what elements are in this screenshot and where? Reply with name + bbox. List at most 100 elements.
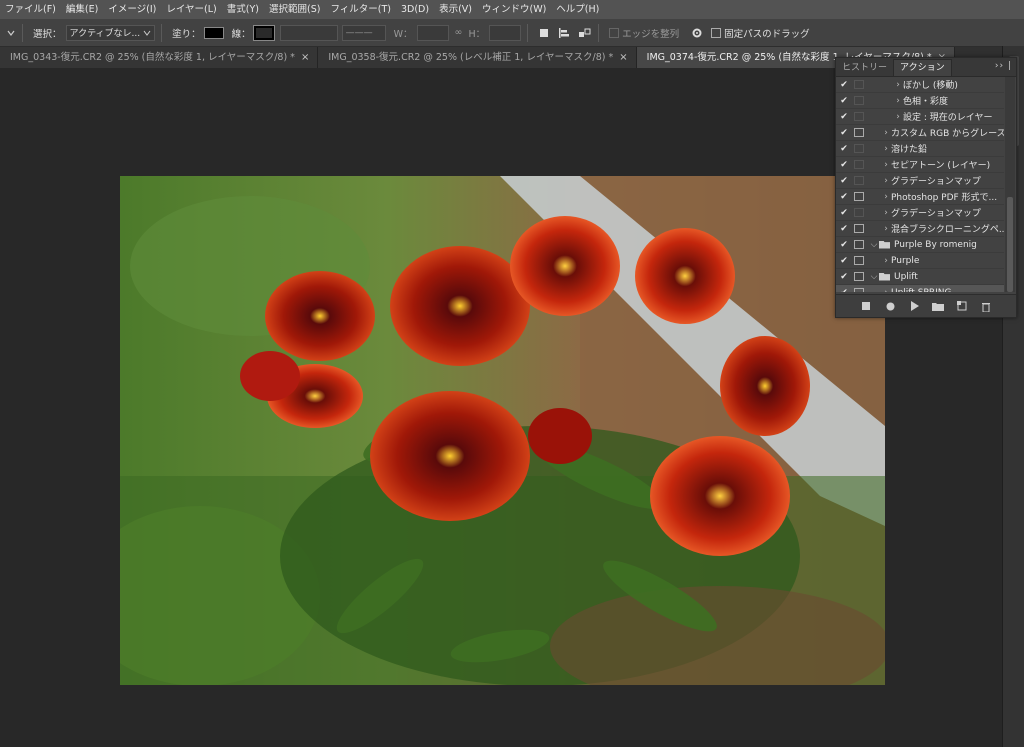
toggle-item-checkmark-icon[interactable]: ✔ [836, 208, 852, 218]
dialog-toggle-icon[interactable] [852, 80, 865, 90]
tab-history[interactable]: ヒストリー [836, 60, 893, 76]
menu-help[interactable]: ヘルプ(H) [551, 0, 604, 19]
chevron-right-icon[interactable]: › [881, 192, 891, 202]
tool-preset-picker[interactable] [6, 28, 16, 38]
checkbox-box [711, 27, 722, 38]
chevron-right-icon[interactable]: › [881, 144, 891, 154]
dialog-toggle-icon[interactable] [852, 288, 865, 292]
tab-actions[interactable]: アクション [893, 59, 952, 76]
menu-edit[interactable]: 編集(E) [61, 0, 103, 19]
action-row[interactable]: ✔ › 色相・彩度 [836, 93, 1004, 109]
close-icon[interactable]: × [619, 47, 627, 68]
action-row[interactable]: ✔ › グラデーションマップ [836, 173, 1004, 189]
height-field[interactable] [489, 24, 522, 41]
action-row[interactable]: ✔ ›Uplift SPRING [836, 285, 1004, 292]
new-action-icon[interactable] [956, 300, 968, 312]
menu-image[interactable]: イメージ(I) [103, 0, 161, 19]
action-row[interactable]: ✔ › Purple [836, 253, 1004, 269]
settings-gear-icon[interactable] [691, 27, 703, 39]
menu-file[interactable]: ファイル(F) [0, 0, 61, 19]
constrain-path-checkbox[interactable]: 固定パスのドラッグ [711, 26, 810, 40]
fill-swatch[interactable] [203, 26, 224, 39]
chevron-right-icon[interactable]: › [881, 288, 891, 293]
stroke-type-dropdown[interactable]: ——— [341, 24, 386, 41]
dialog-toggle-icon[interactable] [852, 160, 865, 170]
dialog-toggle-icon[interactable] [852, 192, 865, 202]
chevron-down-icon[interactable]: ⌵ [869, 272, 879, 282]
action-row[interactable]: ✔ › ぼかし (移動) [836, 77, 1004, 93]
stroke-swatch[interactable] [252, 24, 275, 41]
toggle-item-checkmark-icon[interactable]: ✔ [836, 272, 852, 282]
dialog-toggle-icon[interactable] [852, 240, 865, 250]
trash-icon[interactable] [980, 300, 992, 312]
chevron-right-icon[interactable]: › [893, 80, 903, 90]
action-row[interactable]: ✔ › グラデーションマップ [836, 205, 1004, 221]
stop-icon[interactable] [860, 300, 872, 312]
new-set-folder-icon[interactable] [932, 300, 944, 312]
menu-filter[interactable]: フィルター(T) [325, 0, 396, 19]
dialog-toggle-icon[interactable] [852, 112, 865, 122]
action-row[interactable]: ✔ › Photoshop PDF 形式で... [836, 189, 1004, 205]
chevron-right-icon[interactable]: › [893, 112, 903, 122]
menu-layer[interactable]: レイヤー(L) [161, 0, 221, 19]
action-row[interactable]: ✔ ⌵ Uplift [836, 269, 1004, 285]
path-operations-icon[interactable] [538, 27, 550, 39]
chevron-right-icon[interactable]: › [881, 160, 891, 170]
menu-window[interactable]: ウィンドウ(W) [477, 0, 551, 19]
toggle-item-checkmark-icon[interactable]: ✔ [836, 288, 852, 293]
action-row[interactable]: ✔ › セピアトーン (レイヤー) [836, 157, 1004, 173]
chevron-down-icon[interactable]: ⌵ [869, 240, 879, 250]
width-field[interactable] [416, 24, 449, 41]
path-arrangement-icon[interactable] [578, 27, 592, 39]
toggle-item-checkmark-icon[interactable]: ✔ [836, 160, 852, 170]
link-icon[interactable]: ∞ [455, 27, 463, 38]
chevron-right-icon[interactable]: › [881, 128, 891, 138]
path-alignment-icon[interactable] [558, 27, 570, 39]
dialog-toggle-icon[interactable] [852, 256, 865, 266]
toggle-item-checkmark-icon[interactable]: ✔ [836, 128, 852, 138]
record-icon[interactable] [884, 300, 896, 312]
menu-view[interactable]: 表示(V) [434, 0, 477, 19]
chevron-right-icon[interactable]: › [893, 96, 903, 106]
action-row[interactable]: ✔ › 混合ブラシクローニングペ... [836, 221, 1004, 237]
dialog-toggle-icon[interactable] [852, 208, 865, 218]
dialog-toggle-icon[interactable] [852, 144, 865, 154]
document-tab[interactable]: IMG_0343-復元.CR2 @ 25% (自然な彩度 1, レイヤーマスク/… [0, 47, 319, 68]
stroke-width-field[interactable] [279, 24, 338, 41]
toggle-item-checkmark-icon[interactable]: ✔ [836, 224, 852, 234]
dialog-toggle-icon[interactable] [852, 224, 865, 234]
dialog-toggle-icon[interactable] [852, 272, 865, 282]
chevron-right-icon[interactable]: › [881, 224, 891, 234]
toggle-item-checkmark-icon[interactable]: ✔ [836, 96, 852, 106]
document-image-pansies[interactable] [120, 176, 885, 685]
toggle-item-checkmark-icon[interactable]: ✔ [836, 112, 852, 122]
menu-select[interactable]: 選択範囲(S) [264, 0, 325, 19]
panel-scrollbar[interactable] [1005, 77, 1015, 292]
panel-menu-icon[interactable]: ›› | [995, 61, 1012, 71]
dialog-toggle-icon[interactable] [852, 96, 865, 106]
toggle-item-checkmark-icon[interactable]: ✔ [836, 192, 852, 202]
dialog-toggle-icon[interactable] [852, 176, 865, 186]
toggle-item-checkmark-icon[interactable]: ✔ [836, 240, 852, 250]
align-edges-checkbox[interactable]: エッジを整列 [609, 26, 679, 40]
action-row[interactable]: ✔ › カスタム RGB からグレース... [836, 125, 1004, 141]
toggle-item-checkmark-icon[interactable]: ✔ [836, 144, 852, 154]
action-row[interactable]: ✔ ⌵ Purple By romenig [836, 237, 1004, 253]
select-dropdown[interactable]: アクティブなレ... [65, 24, 156, 41]
toggle-item-checkmark-icon[interactable]: ✔ [836, 80, 852, 90]
chevron-right-icon[interactable]: › [881, 208, 891, 218]
action-row[interactable]: ✔ › 設定 : 現在のレイヤー [836, 109, 1004, 125]
chevron-right-icon[interactable]: › [881, 256, 891, 266]
action-row[interactable]: ✔ › 溶けた鉛 [836, 141, 1004, 157]
dialog-toggle-icon[interactable] [852, 128, 865, 138]
menu-3d[interactable]: 3D(D) [396, 0, 434, 19]
close-icon[interactable]: × [301, 47, 309, 68]
toggle-item-checkmark-icon[interactable]: ✔ [836, 256, 852, 266]
divider [598, 23, 600, 42]
scroll-thumb[interactable] [1007, 197, 1013, 292]
document-tab[interactable]: IMG_0358-復元.CR2 @ 25% (レベル補正 1, レイヤーマスク/… [318, 47, 637, 68]
play-icon[interactable] [908, 300, 920, 312]
chevron-right-icon[interactable]: › [881, 176, 891, 186]
menu-type[interactable]: 書式(Y) [222, 0, 264, 19]
toggle-item-checkmark-icon[interactable]: ✔ [836, 176, 852, 186]
